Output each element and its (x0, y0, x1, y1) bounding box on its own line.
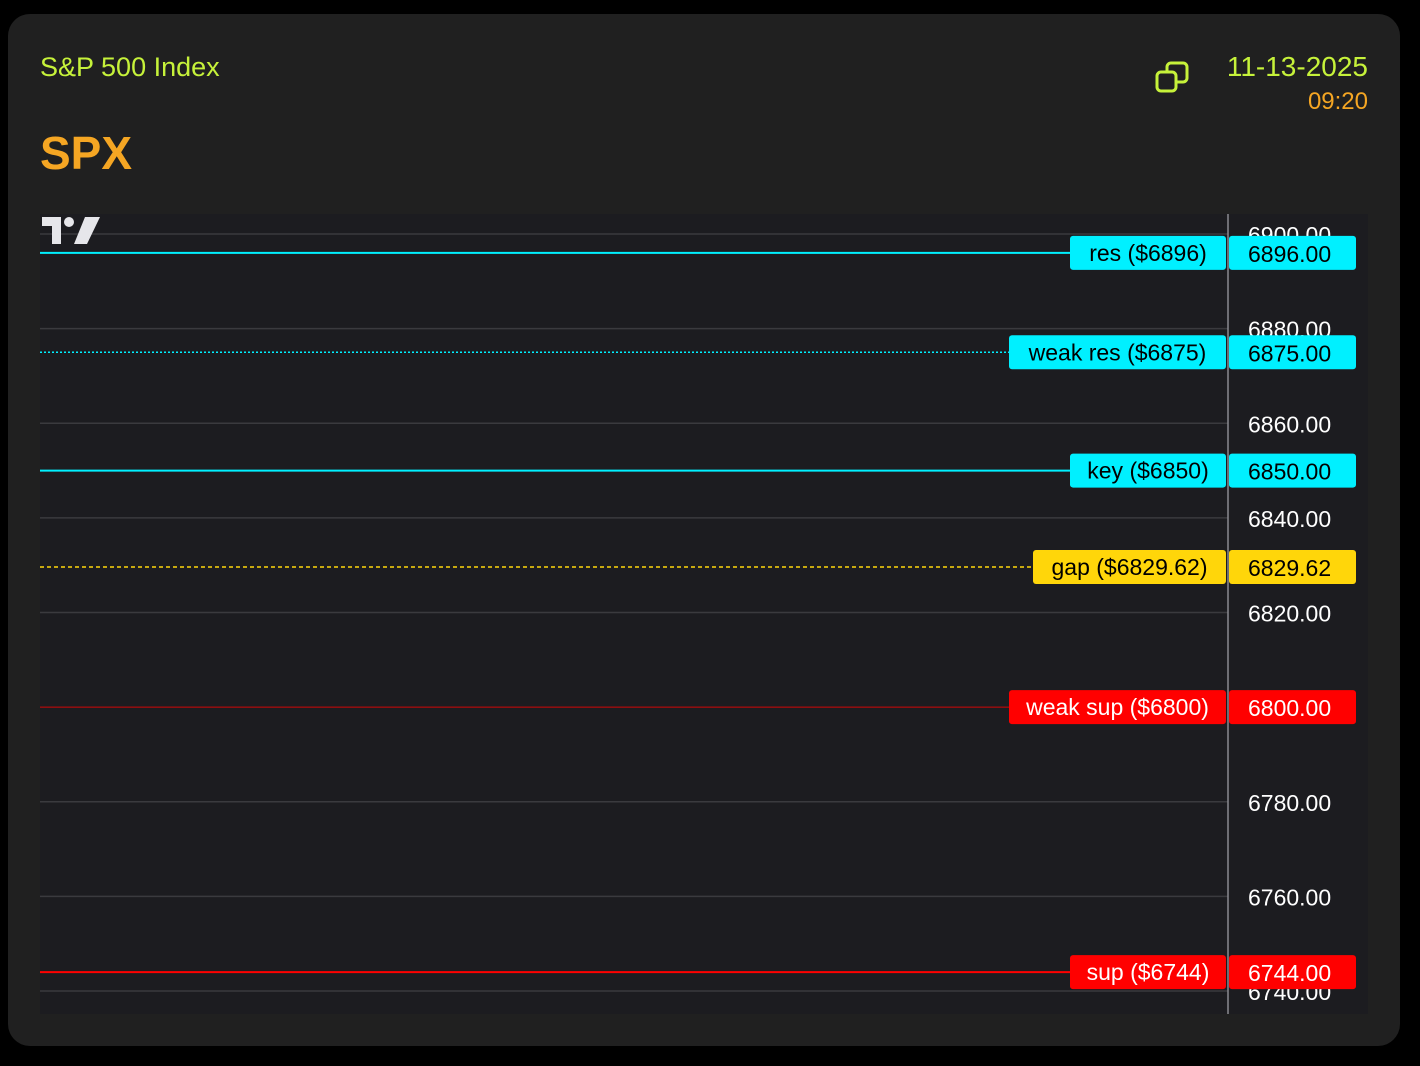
copy-icon[interactable] (1154, 60, 1190, 96)
level-label: weak sup ($6800) (1025, 694, 1209, 720)
price-tag-label: 6896.00 (1248, 241, 1331, 267)
y-tick-label: 6780.00 (1248, 790, 1331, 816)
chart-svg: 6900.006880.006860.006840.006820.006780.… (40, 214, 1356, 1014)
tradingview-logo-icon (42, 217, 100, 244)
y-tick-label: 6840.00 (1248, 506, 1331, 532)
price-tag-label: 6829.62 (1248, 555, 1331, 581)
time-label: 09:20 (1307, 88, 1368, 115)
price-tag-label: 6744.00 (1248, 960, 1331, 986)
level-label: weak res ($6875) (1028, 339, 1207, 365)
widget-card: S&P 500 Index SPX 11-13-2025 09:20 6900.… (8, 14, 1400, 1046)
price-tag-label: 6800.00 (1248, 695, 1331, 721)
level-label: key ($6850) (1087, 458, 1208, 484)
date-label: 11-13-2025 (1226, 51, 1368, 82)
level-label: res ($6896) (1089, 240, 1207, 266)
price-tag-label: 6875.00 (1248, 340, 1331, 366)
y-tick-label: 6760.00 (1248, 884, 1331, 910)
price-tag-label: 6850.00 (1248, 459, 1331, 485)
ticker-symbol: SPX (40, 127, 133, 179)
level-label: sup ($6744) (1087, 959, 1210, 985)
level-label: gap ($6829.62) (1051, 554, 1207, 580)
y-tick-label: 6860.00 (1248, 411, 1331, 437)
price-level-chart[interactable]: 6900.00 6880.00 6860.00 6840.00 6820.00 6780.… (40, 214, 1368, 1014)
index-name: S&P 500 Index (40, 52, 220, 82)
y-tick-label: 6820.00 (1248, 601, 1331, 627)
